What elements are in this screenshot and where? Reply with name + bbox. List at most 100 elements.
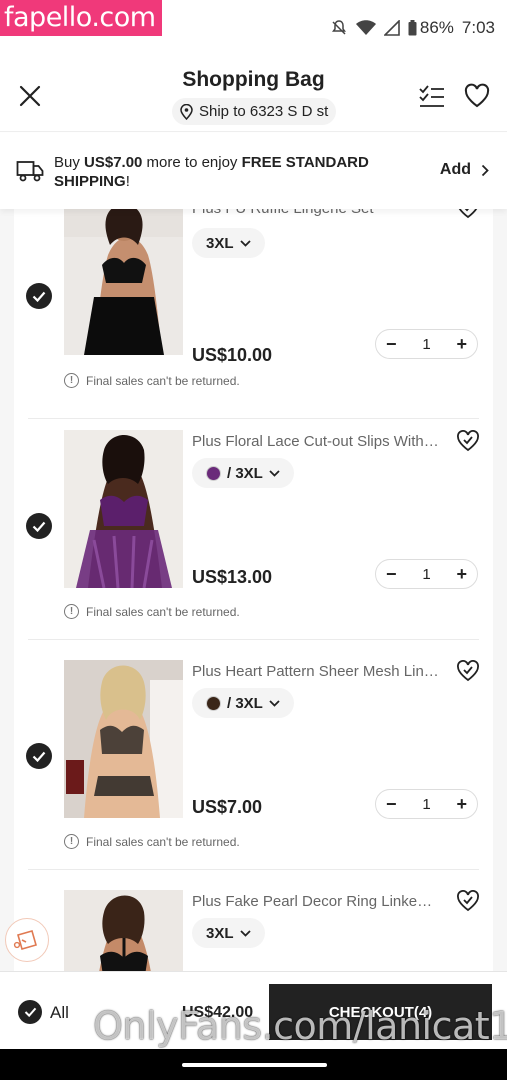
checklist-icon	[419, 85, 444, 107]
decrement-button[interactable]: −	[386, 335, 397, 353]
battery-level: 86%	[419, 18, 454, 37]
item-checkbox[interactable]	[26, 513, 52, 539]
checkout-footer: All US$42.00 CHECKOUT(4)	[0, 971, 507, 1049]
final-sale-text: Final sales can't be returned.	[86, 604, 240, 619]
status-bar: fapello.com 86% 7:03	[0, 0, 507, 56]
header: Shopping Bag Ship to 6323 S D st	[0, 56, 507, 132]
ship-to-selector[interactable]: Ship to 6323 S D st	[172, 98, 337, 125]
cart-item: Plus PU Ruffle Lingerie Set 3XL US$10.00…	[14, 209, 493, 419]
heart-icon	[464, 83, 490, 108]
mute-icon	[331, 20, 346, 35]
promo-middle: more to enjoy	[142, 154, 242, 171]
cart-item: Plus Heart Pattern Sheer Mesh Ling... / …	[14, 640, 493, 870]
quantity-stepper: − 1 +	[375, 789, 478, 819]
variant-label: / 3XL	[227, 464, 263, 482]
wishlist-button[interactable]	[463, 82, 491, 110]
product-image[interactable]	[64, 209, 183, 355]
chevron-down-icon	[239, 929, 251, 937]
variant-selector[interactable]: 3XL	[192, 228, 265, 258]
chevron-down-icon	[269, 469, 280, 477]
product-title[interactable]: Plus Heart Pattern Sheer Mesh Ling...	[192, 663, 440, 680]
location-pin-icon	[180, 103, 193, 120]
home-gesture-handle[interactable]	[182, 1063, 327, 1067]
cart-item: Plus Fake Pearl Decor Ring Linked ... 3X…	[14, 870, 493, 971]
final-sale-note: ! Final sales can't be returned.	[64, 834, 240, 849]
final-sale-note: ! Final sales can't be returned.	[64, 604, 240, 619]
signal-icon	[383, 20, 400, 36]
cart-list[interactable]: Plus PU Ruffle Lingerie Set 3XL US$10.00…	[0, 209, 507, 971]
chevron-down-icon	[269, 699, 280, 707]
variant-label: / 3XL	[227, 694, 263, 712]
final-sale-note: ! Final sales can't be returned.	[64, 373, 240, 388]
quantity-value[interactable]: 1	[422, 337, 430, 352]
decrement-button[interactable]: −	[386, 795, 397, 813]
heart-add-icon	[457, 890, 479, 912]
cart-card: Plus PU Ruffle Lingerie Set 3XL US$10.00…	[14, 209, 493, 971]
product-price: US$13.00	[192, 567, 273, 587]
promo-prefix: Buy	[54, 154, 85, 171]
exclamation-icon: !	[64, 604, 79, 619]
product-image[interactable]	[64, 430, 183, 588]
decrement-button[interactable]: −	[386, 565, 397, 583]
cart-item: Plus Floral Lace Cut-out Slips With ... …	[14, 410, 493, 640]
product-price: US$7.00	[192, 797, 263, 817]
variant-selector[interactable]: / 3XL	[192, 458, 294, 488]
increment-button[interactable]: +	[456, 795, 467, 813]
wifi-icon	[355, 20, 376, 35]
heart-add-icon	[457, 660, 479, 682]
move-to-wishlist-button[interactable]	[456, 660, 480, 682]
variant-label: 3XL	[206, 924, 234, 942]
select-all-checkbox[interactable]	[18, 1000, 42, 1024]
chevron-down-icon	[239, 239, 251, 247]
clock: 7:03	[461, 18, 495, 37]
exclamation-icon: !	[64, 373, 79, 388]
increment-button[interactable]: +	[456, 565, 467, 583]
add-items-label: Add	[439, 161, 471, 178]
product-title[interactable]: Plus Floral Lace Cut-out Slips With ...	[192, 433, 440, 450]
product-price: US$10.00	[192, 345, 273, 365]
coupon-float-button[interactable]	[5, 918, 49, 962]
product-image[interactable]	[64, 890, 183, 971]
increment-button[interactable]: +	[456, 335, 467, 353]
ship-to-label: Ship to 6323 S D st	[199, 103, 329, 120]
product-title[interactable]: Plus Fake Pearl Decor Ring Linked ...	[192, 893, 440, 910]
move-to-wishlist-button[interactable]	[456, 430, 480, 452]
move-to-wishlist-button[interactable]	[456, 890, 480, 912]
quantity-value[interactable]: 1	[422, 567, 430, 582]
product-image[interactable]	[64, 660, 183, 818]
system-nav-bar	[0, 1049, 507, 1080]
checkmark-icon	[32, 521, 46, 532]
coupon-icon	[13, 930, 37, 950]
promo-amount: US$7.00	[84, 154, 143, 171]
status-icons: 86% 7:03	[330, 18, 495, 38]
truck-icon	[16, 161, 44, 182]
item-checkbox[interactable]	[26, 283, 52, 309]
exclamation-icon: !	[64, 834, 79, 849]
move-to-wishlist-button[interactable]	[456, 209, 480, 219]
checkout-button[interactable]: CHECKOUT(4)	[269, 984, 492, 1040]
variant-selector[interactable]: 3XL	[192, 918, 265, 948]
variant-label: 3XL	[206, 234, 234, 252]
final-sale-text: Final sales can't be returned.	[86, 834, 240, 849]
order-total: US$42.00	[182, 1004, 254, 1021]
final-sale-text: Final sales can't be returned.	[86, 373, 240, 388]
heart-add-icon	[457, 430, 479, 452]
battery-icon	[408, 20, 417, 36]
promo-suffix: !	[125, 173, 130, 190]
color-swatch	[206, 695, 221, 711]
watermark-top: fapello.com	[0, 0, 162, 36]
free-shipping-banner: Buy US$7.00 more to enjoy FREE STANDARD …	[0, 133, 507, 209]
checkmark-icon	[24, 1007, 36, 1017]
promo-text: Buy US$7.00 more to enjoy FREE STANDARD …	[54, 153, 394, 191]
chevron-right-icon	[481, 164, 489, 176]
item-checkbox[interactable]	[26, 743, 52, 769]
checkmark-icon	[32, 291, 46, 302]
product-title[interactable]: Plus PU Ruffle Lingerie Set	[192, 209, 440, 217]
heart-add-icon	[458, 209, 478, 219]
add-items-link[interactable]: Add	[440, 161, 489, 179]
color-swatch	[206, 465, 221, 481]
checklist-button[interactable]	[418, 84, 446, 110]
select-all-label[interactable]: All	[50, 1003, 69, 1023]
quantity-value[interactable]: 1	[422, 797, 430, 812]
variant-selector[interactable]: / 3XL	[192, 688, 294, 718]
